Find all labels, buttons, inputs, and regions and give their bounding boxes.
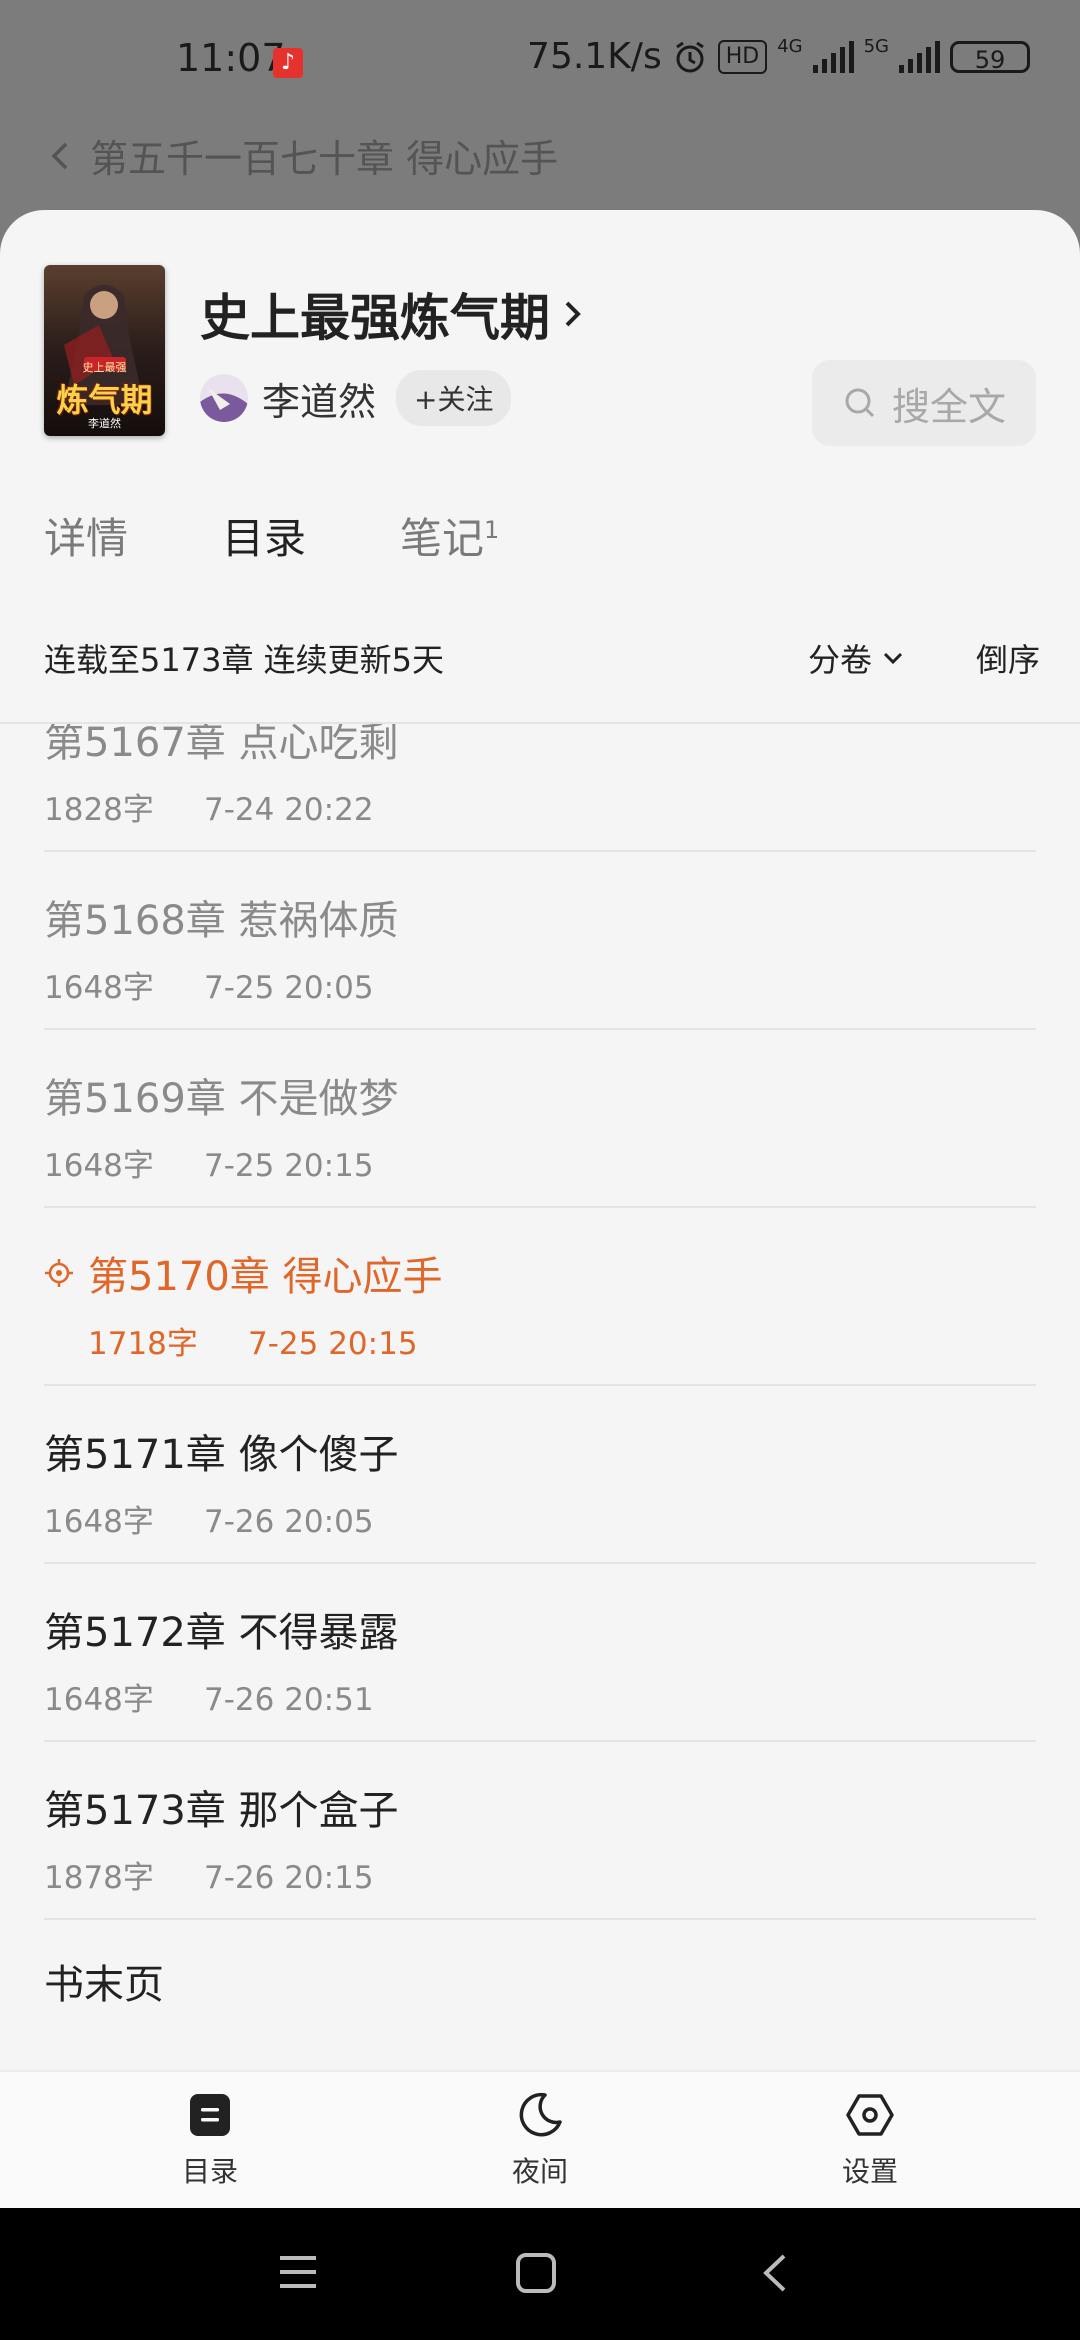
book-cover[interactable]: 史上最强 炼气期 李道然 bbox=[44, 265, 165, 436]
chevron-right-icon bbox=[565, 301, 581, 327]
search-icon bbox=[845, 388, 875, 418]
catalog-button[interactable]: 目录 bbox=[130, 2092, 290, 2190]
tab-details[interactable]: 详情 bbox=[44, 505, 128, 566]
chapter-meta: 1648字 7-26 20:51 bbox=[44, 1674, 374, 1719]
chapter-word-count: 1648字 bbox=[44, 1504, 154, 1540]
chapter-word-count: 1648字 bbox=[44, 970, 154, 1006]
settings-label: 设置 bbox=[841, 2155, 898, 2188]
menu-icon[interactable] bbox=[278, 2252, 318, 2292]
reverse-order-button[interactable]: 倒序 bbox=[976, 635, 1040, 681]
alarm-icon bbox=[675, 41, 704, 72]
bottom-toolbar: 目录 夜间 设置 bbox=[0, 2070, 1080, 2208]
tab-catalog[interactable]: 目录 bbox=[222, 505, 306, 566]
chapter-title: 第5169章 不是做梦 bbox=[44, 1076, 399, 1122]
book-title: 史上最强炼气期 bbox=[200, 289, 550, 347]
night-mode-label: 夜间 bbox=[511, 2155, 568, 2188]
chapter-meta: 1828字 7-24 20:22 bbox=[44, 784, 374, 829]
chapter-list[interactable]: 第5167章 点心吃剩 1828字 7-24 20:22 第5168章 惹祸体质 … bbox=[0, 724, 1080, 2208]
chapter-title: 第5172章 不得暴露 bbox=[44, 1610, 399, 1656]
chapter-word-count: 1878字 bbox=[44, 1860, 154, 1896]
search-placeholder: 搜全文 bbox=[891, 384, 1006, 429]
volume-dropdown[interactable]: 分卷 bbox=[808, 635, 904, 681]
hd-badge: HD bbox=[717, 39, 768, 74]
signal-1-label: 4G bbox=[777, 36, 803, 57]
notes-count-badge: 1 bbox=[484, 516, 500, 544]
chapter-date: 7-25 20:15 bbox=[248, 1326, 418, 1362]
chapter-item[interactable]: 第5173章 那个盒子 1878字 7-26 20:15 bbox=[44, 1742, 1036, 1920]
moon-icon bbox=[519, 2092, 562, 2137]
tab-notes[interactable]: 笔记1 bbox=[400, 505, 499, 566]
chapter-meta: 1648字 7-25 20:05 bbox=[44, 962, 374, 1007]
chapter-date: 7-25 20:05 bbox=[204, 970, 374, 1006]
fulltext-search-input[interactable]: 搜全文 bbox=[812, 360, 1036, 446]
chapter-meta: 1648字 7-26 20:05 bbox=[44, 1496, 374, 1541]
status-time: 11:07 bbox=[176, 36, 286, 80]
chevron-down-icon bbox=[883, 652, 903, 665]
catalog-label: 目录 bbox=[181, 2155, 238, 2188]
chapter-word-count: 1648字 bbox=[44, 1682, 154, 1718]
current-location-icon bbox=[45, 1259, 73, 1287]
gear-icon bbox=[846, 2094, 894, 2136]
follow-button[interactable]: +关注 bbox=[396, 370, 512, 426]
author-avatar[interactable] bbox=[200, 374, 248, 422]
catalog-info-row: 连载至5173章 连续更新5天 分卷 倒序 bbox=[44, 635, 1040, 681]
author-row: 李道然 +关注 bbox=[200, 370, 512, 426]
chapter-title: 第5167章 点心吃剩 bbox=[44, 724, 399, 766]
home-icon[interactable] bbox=[515, 2252, 557, 2294]
night-mode-button[interactable]: 夜间 bbox=[460, 2092, 620, 2190]
chapter-date: 7-24 20:22 bbox=[204, 792, 374, 828]
chapter-word-count: 1828字 bbox=[44, 792, 154, 828]
chapter-title: 第5173章 那个盒子 bbox=[44, 1788, 399, 1834]
status-bar: 11:07 ♪ 75.1K/s HD 4G 5G 59 bbox=[0, 0, 1080, 125]
settings-button[interactable]: 设置 bbox=[790, 2092, 950, 2190]
catalog-sheet: 史上最强 炼气期 李道然 史上最强炼气期 李道然 +关注 搜全文 详情 目录 笔… bbox=[0, 210, 1080, 2208]
signal-2-label: 5G bbox=[863, 36, 889, 57]
chapter-item[interactable]: 第5169章 不是做梦 1648字 7-25 20:15 bbox=[44, 1030, 1036, 1208]
serial-status: 连载至5173章 连续更新5天 bbox=[44, 641, 444, 679]
chapter-date: 7-26 20:51 bbox=[204, 1682, 374, 1718]
chapter-item[interactable]: 第5168章 惹祸体质 1648字 7-25 20:05 bbox=[44, 852, 1036, 1030]
chapter-meta: 1878字 7-26 20:15 bbox=[44, 1852, 374, 1897]
chapter-title: 第5170章 得心应手 bbox=[88, 1254, 443, 1300]
chapter-word-count: 1648字 bbox=[44, 1148, 154, 1184]
system-nav-bar bbox=[0, 2208, 1080, 2340]
tiktok-notification-icon: ♪ bbox=[273, 48, 303, 78]
catalog-icon bbox=[190, 2094, 230, 2136]
chapter-title: 第5171章 像个傻子 bbox=[44, 1432, 399, 1478]
volume-label: 分卷 bbox=[807, 641, 872, 679]
chapter-item[interactable]: 第5172章 不得暴露 1648字 7-26 20:51 bbox=[44, 1564, 1036, 1742]
author-name[interactable]: 李道然 bbox=[262, 371, 376, 426]
chapter-item[interactable]: 第5171章 像个傻子 1648字 7-26 20:05 bbox=[44, 1386, 1036, 1564]
signal-bars-2-icon bbox=[899, 40, 940, 73]
chapter-item[interactable]: 第5167章 点心吃剩 1828字 7-24 20:22 bbox=[44, 724, 1036, 852]
back-arrow-icon[interactable] bbox=[48, 136, 72, 176]
chapter-meta: 1718字 7-25 20:15 bbox=[88, 1318, 418, 1363]
status-indicators: 75.1K/s HD 4G 5G 59 bbox=[527, 36, 1030, 77]
chapter-date: 7-26 20:15 bbox=[204, 1860, 374, 1896]
book-title-link[interactable]: 史上最强炼气期 bbox=[200, 278, 584, 350]
chapter-list-inner: 第5167章 点心吃剩 1828字 7-24 20:22 第5168章 惹祸体质 … bbox=[0, 724, 1080, 2100]
end-page-label: 书末页 bbox=[44, 1962, 164, 2008]
chapter-title: 第5168章 惹祸体质 bbox=[44, 898, 399, 944]
battery-indicator: 59 bbox=[950, 40, 1030, 74]
cover-author: 李道然 bbox=[88, 417, 121, 430]
chapter-item-current[interactable]: 第5170章 得心应手 1718字 7-25 20:15 bbox=[44, 1208, 1036, 1386]
chapter-date: 7-25 20:15 bbox=[204, 1148, 374, 1184]
reader-header[interactable]: 第五千一百七十章 得心应手 bbox=[48, 128, 558, 183]
reader-chapter-title: 第五千一百七十章 得心应手 bbox=[90, 137, 559, 181]
chapter-word-count: 1718字 bbox=[88, 1326, 198, 1362]
cover-subtitle: 史上最强 bbox=[82, 361, 127, 374]
network-speed: 75.1K/s bbox=[527, 36, 662, 77]
chapter-date: 7-26 20:05 bbox=[204, 1504, 374, 1540]
tab-notes-label: 笔记 bbox=[400, 514, 485, 563]
tab-bar: 详情 目录 笔记1 bbox=[44, 505, 593, 566]
back-icon[interactable] bbox=[760, 2252, 790, 2294]
signal-bars-1-icon bbox=[812, 40, 854, 73]
chapter-meta: 1648字 7-25 20:15 bbox=[44, 1140, 374, 1185]
